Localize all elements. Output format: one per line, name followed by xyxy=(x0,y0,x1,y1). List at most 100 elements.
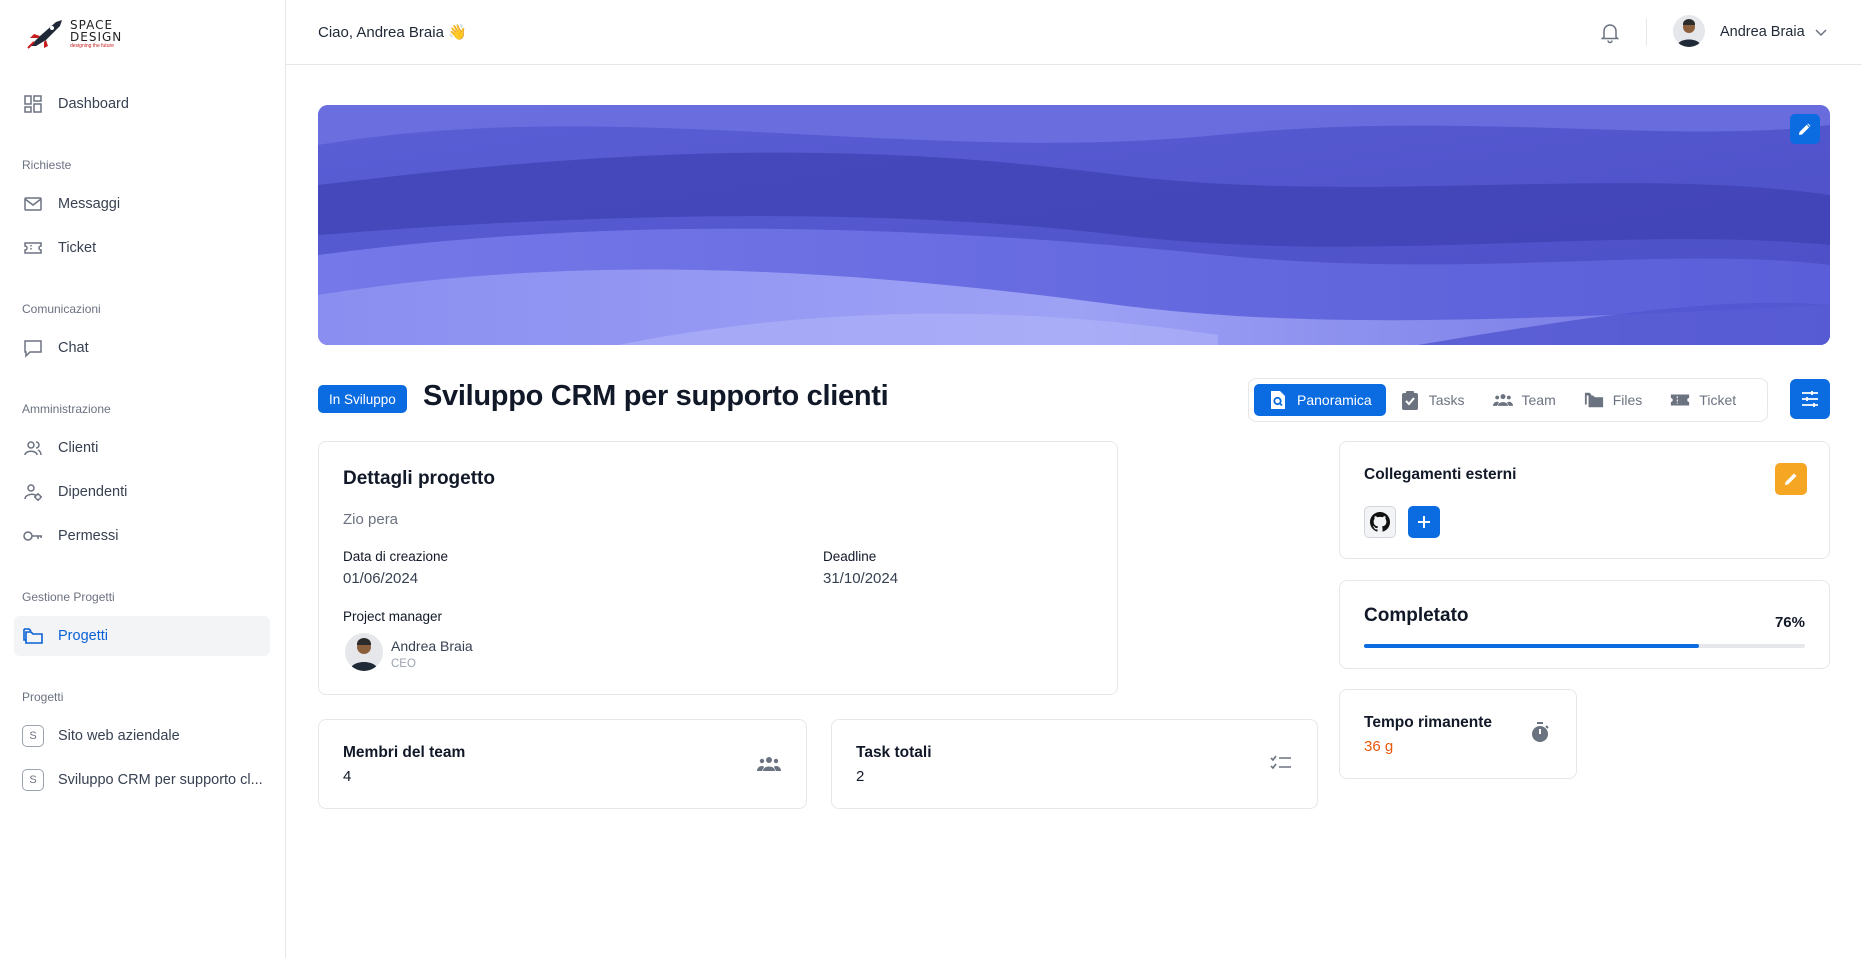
stopwatch-icon xyxy=(1530,722,1550,749)
github-icon xyxy=(1370,512,1390,532)
sidebar-item-progetti[interactable]: Progetti xyxy=(14,616,270,656)
people-icon xyxy=(1492,390,1513,410)
chevron-down-icon[interactable] xyxy=(1814,25,1828,39)
plus-icon xyxy=(1418,516,1430,528)
project-badge: S xyxy=(22,725,44,747)
top-header: Ciao, Andrea Braia 👋 Andrea Braia xyxy=(286,0,1862,65)
progress-card: Completato 76% xyxy=(1339,580,1830,669)
sidebar-item-label: Clienti xyxy=(58,440,99,456)
external-links-title: Collegamenti esterni xyxy=(1364,466,1517,483)
tab-files[interactable]: Files xyxy=(1570,384,1657,416)
project-banner xyxy=(318,105,1830,345)
logo-line2: DESIGN xyxy=(70,30,123,44)
pm-role: CEO xyxy=(391,658,416,670)
progress-fill xyxy=(1364,644,1700,648)
tab-label: Tasks xyxy=(1428,392,1465,408)
checklist-icon xyxy=(1270,754,1292,777)
deadline-label: Deadline xyxy=(823,549,877,564)
project-badge: S xyxy=(22,769,44,791)
mail-icon xyxy=(22,193,44,215)
team-members-label: Membri del team xyxy=(343,744,466,761)
tab-panoramica[interactable]: Panoramica xyxy=(1254,384,1386,416)
pm-avatar xyxy=(345,633,383,671)
time-remaining-card: Tempo rimanente 36 g xyxy=(1339,689,1577,779)
ticket-icon xyxy=(22,237,44,259)
progress-track xyxy=(1364,644,1805,648)
sidebar-project-item[interactable]: S Sviluppo CRM per supporto cl... xyxy=(14,760,270,800)
sidebar-item-permessi[interactable]: Permessi xyxy=(14,516,270,556)
folders-icon xyxy=(1584,390,1604,410)
pm-name: Andrea Braia xyxy=(391,638,473,654)
time-remaining-value: 36 g xyxy=(1364,738,1394,755)
progress-percent: 76% xyxy=(1774,614,1805,631)
sidebar-item-clienti[interactable]: Clienti xyxy=(14,428,270,468)
rocket-logo-icon xyxy=(27,20,62,49)
sidebar: SPACE DESIGN designing the future Dashbo… xyxy=(0,0,286,958)
sidebar-item-dipendenti[interactable]: Dipendenti xyxy=(14,472,270,512)
progress-title: Completato xyxy=(1364,605,1469,626)
avatar[interactable] xyxy=(1673,15,1705,47)
sidebar-item-label: Chat xyxy=(58,340,89,356)
total-tasks-card: Task totali 2 xyxy=(831,719,1318,809)
total-tasks-label: Task totali xyxy=(856,744,932,761)
document-search-icon xyxy=(1268,390,1288,410)
sidebar-item-label: Messaggi xyxy=(58,196,121,212)
tab-tasks[interactable]: Tasks xyxy=(1386,384,1479,416)
bell-icon[interactable] xyxy=(1598,20,1622,44)
edit-banner-button[interactable] xyxy=(1790,114,1820,144)
tab-team[interactable]: Team xyxy=(1479,384,1570,416)
sidebar-item-label: Ticket xyxy=(58,240,97,256)
sidebar-project-item[interactable]: S Sito web aziendale xyxy=(14,716,270,756)
created-value: 01/06/2024 xyxy=(343,570,419,587)
section-gestione-progetti: Gestione Progetti xyxy=(22,590,115,604)
greeting-text: Ciao, Andrea Braia 👋 xyxy=(318,24,467,41)
created-label: Data di creazione xyxy=(343,549,449,564)
team-members-card: Membri del team 4 xyxy=(318,719,807,809)
tab-label: Panoramica xyxy=(1297,392,1372,408)
sidebar-item-dashboard[interactable]: Dashboard xyxy=(14,84,270,124)
deadline-value: 31/10/2024 xyxy=(823,570,899,587)
external-links-card: Collegamenti esterni xyxy=(1339,441,1830,559)
github-link-button[interactable] xyxy=(1364,506,1396,538)
section-comunicazioni: Comunicazioni xyxy=(22,302,101,316)
sliders-icon xyxy=(1802,391,1818,407)
header-divider xyxy=(1646,18,1647,46)
employees-icon xyxy=(22,481,44,503)
sidebar-item-label: Progetti xyxy=(58,628,108,644)
tab-label: Team xyxy=(1521,392,1556,408)
key-icon xyxy=(22,525,44,547)
pencil-icon xyxy=(1785,473,1797,485)
tab-label: Ticket xyxy=(1699,392,1737,408)
folder-icon xyxy=(22,625,44,647)
sidebar-item-ticket[interactable]: Ticket xyxy=(14,228,270,268)
chat-icon xyxy=(22,337,44,359)
section-amministrazione: Amministrazione xyxy=(22,402,111,416)
sidebar-project-label: Sito web aziendale xyxy=(58,728,180,744)
edit-links-button[interactable] xyxy=(1775,463,1807,495)
pencil-icon xyxy=(1799,123,1811,135)
project-tabs: Panoramica Tasks Team Files Ticket xyxy=(1248,378,1768,422)
status-badge: In Sviluppo xyxy=(318,385,407,413)
sidebar-item-label: Dashboard xyxy=(58,96,129,112)
user-name[interactable]: Andrea Braia xyxy=(1720,24,1805,40)
team-members-value: 4 xyxy=(343,768,352,785)
pm-label: Project manager xyxy=(343,609,443,624)
sidebar-project-label: Sviluppo CRM per supporto cl... xyxy=(58,772,263,788)
dashboard-icon xyxy=(22,93,44,115)
section-progetti: Progetti xyxy=(22,690,64,704)
settings-filter-button[interactable] xyxy=(1790,379,1830,419)
add-link-button[interactable] xyxy=(1408,506,1440,538)
project-description: Zio pera xyxy=(343,511,399,528)
tab-ticket[interactable]: Ticket xyxy=(1656,384,1750,416)
logo[interactable]: SPACE DESIGN designing the future xyxy=(26,14,156,54)
page-title: Sviluppo CRM per supporto clienti xyxy=(423,380,889,412)
time-remaining-label: Tempo rimanente xyxy=(1364,714,1493,731)
sidebar-item-chat[interactable]: Chat xyxy=(14,328,270,368)
sidebar-item-label: Dipendenti xyxy=(58,484,128,500)
sidebar-item-messaggi[interactable]: Messaggi xyxy=(14,184,270,224)
details-title: Dettagli progetto xyxy=(343,468,495,489)
section-richieste: Richieste xyxy=(22,158,72,172)
sidebar-item-label: Permessi xyxy=(58,528,119,544)
total-tasks-value: 2 xyxy=(856,768,865,785)
tab-label: Files xyxy=(1612,392,1643,408)
